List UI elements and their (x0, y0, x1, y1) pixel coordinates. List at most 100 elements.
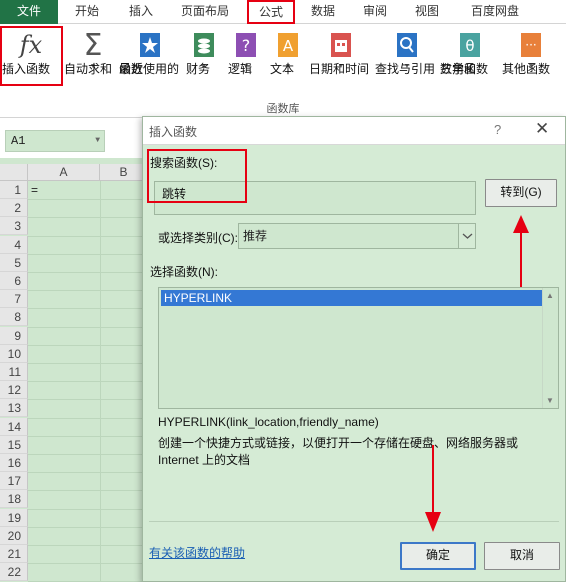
category-select[interactable]: 推荐 (238, 223, 476, 249)
cell-a1[interactable]: = (31, 183, 38, 197)
row-gridline (28, 417, 148, 419)
cancel-button[interactable]: 取消 (484, 542, 560, 570)
row-header[interactable]: 10 (0, 344, 28, 363)
row-header[interactable]: 5 (0, 253, 28, 272)
list-item[interactable]: HYPERLINK (161, 290, 542, 306)
tab-file[interactable]: 文件 (0, 0, 58, 24)
row-header[interactable]: 9 (0, 326, 28, 345)
row-gridline (28, 326, 148, 328)
question-book-icon: ? (232, 30, 260, 60)
tab-insert[interactable]: 插入 (114, 0, 168, 24)
row-gridline (28, 508, 148, 510)
row-header[interactable]: 7 (0, 290, 28, 309)
annotation-arrow-shaft (432, 445, 434, 515)
help-icon[interactable]: ? (494, 122, 501, 137)
dots-book-icon: ··· (517, 30, 545, 60)
function-library-group-label: 函数库 (266, 103, 300, 115)
category-value: 推荐 (243, 229, 268, 243)
tab-page-layout[interactable]: 页面布局 (168, 0, 242, 24)
calendar-book-icon (327, 30, 355, 60)
insert-function-highlight (0, 26, 63, 86)
row-gridline (28, 381, 148, 383)
select-all-corner[interactable] (0, 164, 28, 181)
row-header[interactable]: 2 (0, 199, 28, 218)
name-box[interactable]: A1 ▼ (5, 130, 105, 152)
star-book-icon (136, 30, 164, 60)
column-header-b[interactable]: B (100, 164, 148, 181)
row-gridline (28, 399, 148, 401)
row-header[interactable]: 18 (0, 490, 28, 509)
scroll-up-icon[interactable]: ▲ (546, 291, 554, 300)
logical-button[interactable]: ? 逻辑 ▼ (228, 28, 264, 76)
financial-button[interactable]: 财务 ▼ (186, 28, 222, 76)
row-header[interactable]: 19 (0, 508, 28, 527)
row-gridline (28, 435, 148, 437)
row-header[interactable]: 8 (0, 308, 28, 327)
description-line: 创建一个快捷方式或链接，以便打开一个存储在硬盘、网络服务器或 (158, 436, 519, 450)
tab-data[interactable]: 数据 (300, 0, 346, 24)
row-gridline (28, 545, 148, 546)
text-button[interactable]: A 文本 ▼ (270, 28, 306, 76)
magnifier-book-icon (393, 30, 421, 60)
row-header[interactable]: 16 (0, 454, 28, 472)
insert-function-dialog: 插入函数 ? ✕ 搜索函数(S): 跳转 转到(G) 或选择类别(C): 推荐 … (142, 116, 566, 582)
chevron-down-icon: ▼ (95, 136, 100, 145)
close-icon[interactable]: ✕ (535, 119, 549, 139)
row-gridline (28, 253, 148, 255)
svg-text:A: A (283, 37, 294, 55)
tab-home[interactable]: 开始 (60, 0, 114, 24)
ribbon-formulas: fx 插入函数 Σ 自动求和 ▼ 最近使用的 函数 财务 ▼ ? 逻辑 ▼ A … (0, 24, 566, 118)
row-header[interactable]: 17 (0, 472, 28, 491)
ok-button[interactable]: 确定 (400, 542, 476, 570)
coins-book-icon (190, 30, 218, 60)
dialog-title-bar: 插入函数 ? ✕ (143, 117, 565, 145)
function-signature: HYPERLINK(link_location,friendly_name) (158, 415, 379, 429)
svg-text:?: ? (242, 36, 251, 55)
help-link[interactable]: 有关该函数的帮助 (149, 544, 245, 561)
select-function-label: 选择函数(N): (150, 265, 218, 279)
row-gridline (28, 308, 148, 310)
more-functions-button[interactable]: ··· 其他函数 ▼ (502, 28, 560, 76)
svg-text:···: ··· (525, 38, 536, 52)
listbox-scrollbar[interactable]: ▲ ▼ (542, 288, 558, 408)
function-listbox[interactable]: HYPERLINK ▲ ▼ (158, 287, 559, 409)
lookup-reference-button[interactable]: 查找与引用 ▼ (375, 28, 439, 76)
autosum-button[interactable]: Σ 自动求和 ▼ (64, 28, 122, 77)
date-time-button[interactable]: 日期和时间 ▼ (309, 28, 373, 76)
search-highlight (147, 149, 247, 203)
row-header[interactable]: 11 (0, 363, 28, 381)
goto-button[interactable]: 转到(G) (485, 179, 557, 207)
column-header-a[interactable]: A (28, 164, 100, 181)
arrow-up-icon (513, 215, 529, 233)
row-gridline (28, 563, 148, 565)
recently-used-button[interactable]: 最近使用的 函数 (119, 28, 181, 76)
row-header[interactable]: 22 (0, 563, 28, 582)
row-header[interactable]: 20 (0, 526, 28, 545)
tab-review[interactable]: 审阅 (352, 0, 398, 24)
row-gridline (28, 235, 148, 237)
row-header[interactable]: 3 (0, 217, 28, 236)
tab-view[interactable]: 视图 (404, 0, 450, 24)
math-trig-button[interactable]: θ 数学和 三角函数 (440, 28, 500, 76)
scroll-down-icon[interactable]: ▼ (546, 396, 554, 405)
row-gridline (28, 363, 148, 364)
row-gridline (28, 454, 148, 455)
row-header[interactable]: 14 (0, 417, 28, 436)
row-header[interactable]: 21 (0, 545, 28, 563)
row-header[interactable]: 12 (0, 381, 28, 400)
row-gridline (28, 272, 148, 273)
row-gridline (28, 290, 148, 292)
tab-baidu-netdisk[interactable]: 百度网盘 (458, 0, 532, 24)
row-header[interactable]: 13 (0, 399, 28, 418)
row-header[interactable]: 6 (0, 272, 28, 290)
row-header[interactable]: 4 (0, 235, 28, 254)
formulas-tab-highlight (247, 0, 295, 24)
text-book-icon: A (274, 30, 302, 60)
description-line: Internet 上的文档 (158, 453, 251, 467)
annotation-arrow-shaft (520, 231, 522, 287)
row-header[interactable]: 15 (0, 435, 28, 454)
row-header[interactable]: 1 (0, 181, 28, 199)
dialog-title: 插入函数 (149, 125, 198, 139)
svg-text:θ: θ (465, 37, 474, 55)
name-box-value: A1 (11, 134, 26, 148)
